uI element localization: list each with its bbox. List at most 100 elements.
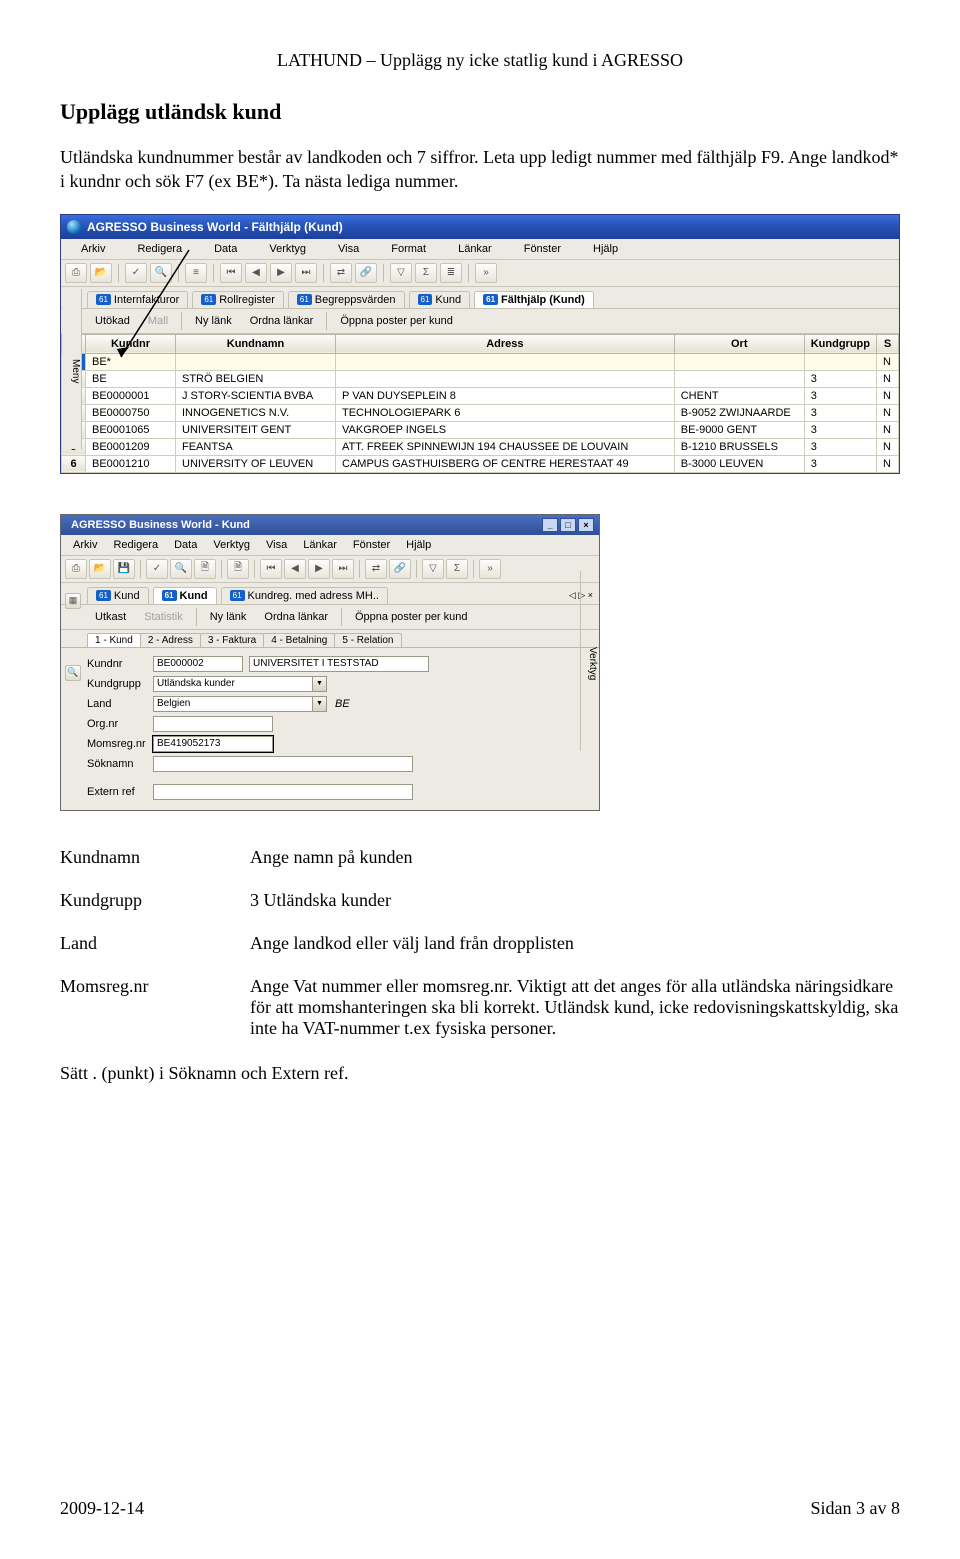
minimize-icon[interactable]: _ — [542, 518, 558, 532]
tab-kund-2[interactable]: 61Kund — [153, 587, 217, 604]
check-icon[interactable]: ✓ — [125, 263, 147, 283]
col-kundnamn[interactable]: Kundnamn — [176, 334, 336, 353]
tab-internfakturor[interactable]: 61Internfakturor — [87, 291, 188, 308]
table-row[interactable]: 3BE0000750INNOGENETICS N.V.TECHNOLOGIEPA… — [62, 404, 899, 421]
oppna-poster-link[interactable]: Öppna poster per kund — [347, 609, 476, 625]
list2-icon[interactable]: ≣ — [440, 263, 462, 283]
table-row[interactable]: 5BE0001209FEANTSAATT. FREEK SPINNEWIJN 1… — [62, 438, 899, 455]
close-icon[interactable]: × — [578, 518, 594, 532]
prev-icon[interactable]: ◀ — [245, 263, 267, 283]
side-icon[interactable]: ▦ — [65, 593, 81, 609]
side-icon[interactable]: 🔍 — [65, 665, 81, 681]
next-icon[interactable]: ▶ — [308, 559, 330, 579]
expand-icon[interactable]: » — [475, 263, 497, 283]
form-tab-adress[interactable]: 2 - Adress — [140, 633, 201, 647]
menu-hjalp[interactable]: Hjälp — [577, 241, 634, 257]
form-tab-faktura[interactable]: 3 - Faktura — [200, 633, 264, 647]
save-icon[interactable]: 💾 — [113, 559, 135, 579]
search-input-cell[interactable]: BE* — [86, 353, 176, 370]
table-row[interactable]: 6BE0001210UNIVERSITY OF LEUVENCAMPUS GAS… — [62, 455, 899, 472]
menu-visa[interactable]: Visa — [322, 241, 375, 257]
tab-kundreg[interactable]: 61Kundreg. med adress MH.. — [221, 587, 388, 604]
menu-fonster[interactable]: Fönster — [345, 537, 398, 553]
menu-redigera[interactable]: Redigera — [105, 537, 166, 553]
momsreg-field[interactable]: BE419052173 — [153, 736, 273, 752]
table-row[interactable]: 2BE0000001J STORY-SCIENTIA BVBAP VAN DUY… — [62, 387, 899, 404]
orgnr-field[interactable] — [153, 716, 273, 732]
menu-data[interactable]: Data — [198, 241, 253, 257]
soknamn-field[interactable] — [153, 756, 413, 772]
menu-arkiv[interactable]: Arkiv — [65, 537, 105, 553]
menu-data[interactable]: Data — [166, 537, 205, 553]
side-verktyg-label[interactable]: Verktyg — [580, 571, 598, 751]
tab-kund[interactable]: 61Kund — [409, 291, 471, 308]
kundnamn-field[interactable]: UNIVERSITET I TESTSTAD — [249, 656, 429, 672]
magnify-icon[interactable]: 🔍 — [150, 263, 172, 283]
open-icon[interactable]: 📂 — [90, 263, 112, 283]
menu-fonster[interactable]: Fönster — [508, 241, 577, 257]
menu-format[interactable]: Format — [375, 241, 442, 257]
menu-hjalp[interactable]: Hjälp — [398, 537, 439, 553]
print-icon[interactable]: ⎙ — [65, 559, 87, 579]
chevron-down-icon[interactable]: ▼ — [313, 696, 327, 712]
col-ort[interactable]: Ort — [674, 334, 804, 353]
sigma-icon[interactable]: Σ — [415, 263, 437, 283]
menu-redigera[interactable]: Redigera — [121, 241, 198, 257]
col-kundgrupp[interactable]: Kundgrupp — [804, 334, 876, 353]
filter-icon[interactable]: ▽ — [390, 263, 412, 283]
extern-field[interactable] — [153, 784, 413, 800]
expand-icon[interactable]: » — [479, 559, 501, 579]
menu-arkiv[interactable]: Arkiv — [65, 241, 121, 257]
tab-kund-1[interactable]: 61Kund — [87, 587, 149, 604]
print-icon[interactable]: ⎙ — [65, 263, 87, 283]
extern-label: Extern ref — [87, 786, 153, 798]
col-s[interactable]: S — [877, 334, 899, 353]
form-tab-relation[interactable]: 5 - Relation — [334, 633, 401, 647]
doc-icon[interactable]: 🗎 — [194, 559, 216, 579]
side-menu-label[interactable]: Meny — [62, 289, 82, 449]
menu-verktyg[interactable]: Verktyg — [253, 241, 322, 257]
menu-verktyg[interactable]: Verktyg — [205, 537, 258, 553]
utkast-link[interactable]: Utkast — [87, 609, 134, 625]
link-icon[interactable]: 🔗 — [389, 559, 411, 579]
kundnr-field[interactable]: BE000002 — [153, 656, 243, 672]
first-icon[interactable]: ⏮ — [260, 559, 282, 579]
last-icon[interactable]: ⏭ — [332, 559, 354, 579]
link-icon[interactable]: 🔗 — [355, 263, 377, 283]
oppna-poster-link[interactable]: Öppna poster per kund — [332, 313, 461, 329]
table-row[interactable]: 4BE0001065UNIVERSITEIT GENTVAKGROEP INGE… — [62, 421, 899, 438]
menu-visa[interactable]: Visa — [258, 537, 295, 553]
chevron-down-icon[interactable]: ▼ — [313, 676, 327, 692]
menu-lankar[interactable]: Länkar — [295, 537, 345, 553]
table-row[interactable]: 1BESTRÖ BELGIEN3N — [62, 370, 899, 387]
tab-rollregister[interactable]: 61Rollregister — [192, 291, 284, 308]
kundgrupp-field[interactable]: Utländska kunder — [153, 676, 313, 692]
form-tab-betalning[interactable]: 4 - Betalning — [263, 633, 335, 647]
tab-begreppsvarden[interactable]: 61Begreppsvärden — [288, 291, 405, 308]
col-kundnr[interactable]: Kundnr — [86, 334, 176, 353]
ny-lank-link[interactable]: Ny länk — [187, 313, 240, 329]
first-icon[interactable]: ⏮ — [220, 263, 242, 283]
prev-icon[interactable]: ◀ — [284, 559, 306, 579]
utokad-link[interactable]: Utökad — [87, 313, 138, 329]
ordna-lankar-link[interactable]: Ordna länkar — [256, 609, 336, 625]
maximize-icon[interactable]: □ — [560, 518, 576, 532]
hierarchy-icon[interactable]: ⇄ — [330, 263, 352, 283]
last-icon[interactable]: ⏭ — [295, 263, 317, 283]
form-tab-kund[interactable]: 1 - Kund — [87, 633, 141, 647]
menu-lankar[interactable]: Länkar — [442, 241, 508, 257]
doc2-icon[interactable]: 🗎 — [227, 559, 249, 579]
list-icon[interactable]: ≡ — [185, 263, 207, 283]
next-icon[interactable]: ▶ — [270, 263, 292, 283]
magnify-icon[interactable]: 🔍 — [170, 559, 192, 579]
ny-lank-link[interactable]: Ny länk — [202, 609, 255, 625]
sigma-icon[interactable]: Σ — [446, 559, 468, 579]
check-icon[interactable]: ✓ — [146, 559, 168, 579]
open-icon[interactable]: 📂 — [89, 559, 111, 579]
hierarchy-icon[interactable]: ⇄ — [365, 559, 387, 579]
ordna-lankar-link[interactable]: Ordna länkar — [242, 313, 322, 329]
tab-falthjalp-kund[interactable]: 61Fälthjälp (Kund) — [474, 291, 594, 308]
col-adress[interactable]: Adress — [336, 334, 675, 353]
filter-icon[interactable]: ▽ — [422, 559, 444, 579]
land-field[interactable]: Belgien — [153, 696, 313, 712]
